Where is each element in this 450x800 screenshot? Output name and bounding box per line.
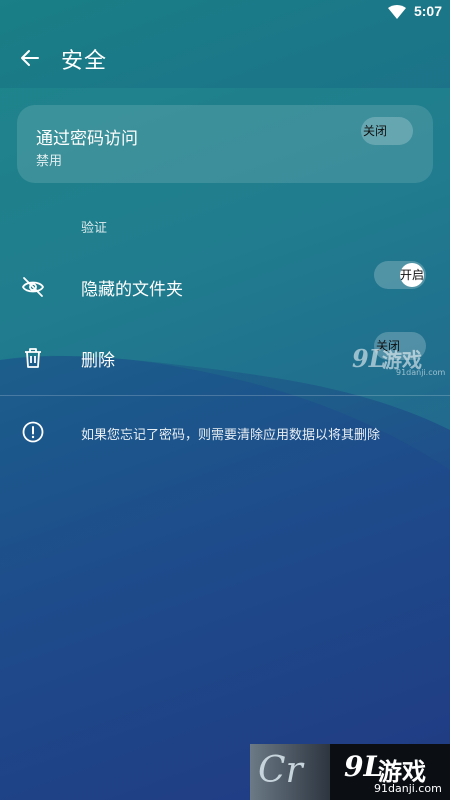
status-time: 5:07: [413, 3, 442, 19]
watermark-left-panel: Cr: [250, 744, 330, 800]
password-access-card[interactable]: 通过密码访问 禁用 关闭: [17, 105, 433, 183]
watermark-left-text: Cr: [258, 750, 303, 791]
watermark-bottom-banner: Cr 9L 游戏 91danji.com: [250, 744, 450, 800]
eye-off-icon: [21, 277, 45, 297]
delete-label: 删除: [81, 351, 115, 371]
section-header-verification: 验证: [81, 221, 108, 236]
toggle-label: 开启: [400, 268, 425, 282]
info-text: 如果您忘记了密码，则需要清除应用数据以将其删除: [81, 428, 381, 443]
back-button[interactable]: [14, 42, 46, 74]
password-access-toggle[interactable]: 关闭: [361, 117, 413, 145]
arrow-back-icon: [21, 50, 39, 66]
trash-icon: [25, 348, 41, 368]
watermark-right-panel: 9L 游戏 91danji.com: [330, 744, 450, 800]
watermark-domain: 91danji.com: [374, 782, 442, 795]
page-title: 安全: [61, 49, 108, 74]
app-bar: 安全: [0, 30, 450, 86]
toggle-label: 关闭: [363, 124, 388, 138]
hidden-folders-toggle[interactable]: 开启: [374, 261, 426, 289]
status-bar: 5:07: [0, 0, 450, 24]
watermark-domain: 91danji.com: [396, 368, 446, 377]
password-access-status: 禁用: [36, 154, 63, 169]
divider: [0, 395, 450, 396]
hidden-folders-row[interactable]: 隐藏的文件夹 开启: [0, 258, 450, 318]
watermark-logo: 9L: [352, 344, 386, 373]
wifi-icon: [388, 5, 406, 19]
hidden-folders-label: 隐藏的文件夹: [81, 280, 183, 300]
watermark-91danji: 9L 游戏 91danji.com: [352, 344, 448, 378]
password-access-title: 通过密码访问: [36, 129, 138, 149]
info-circle-icon: [22, 421, 44, 443]
